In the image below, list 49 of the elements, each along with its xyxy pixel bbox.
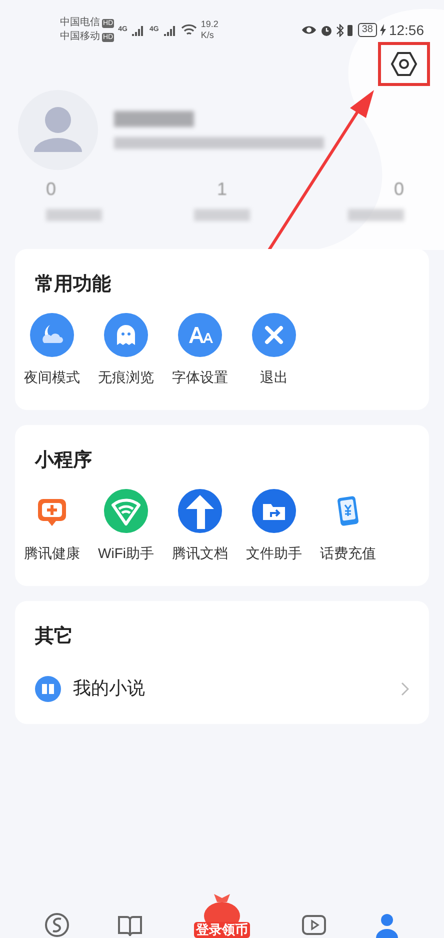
- book-icon[interactable]: [116, 914, 143, 938]
- arrow-up-icon: [178, 489, 222, 533]
- settings-icon: [390, 51, 418, 77]
- shortcut-item[interactable]: 话费充值: [311, 489, 385, 564]
- redacted-stat-label: [46, 209, 102, 221]
- section-title: 小程序: [35, 449, 93, 473]
- font-size-icon: [178, 313, 222, 357]
- clock: 12:56: [388, 20, 424, 40]
- shortcut-item[interactable]: 腾讯文档: [163, 489, 237, 564]
- stat-count: 1: [216, 178, 227, 201]
- signal-icon: [131, 24, 146, 36]
- shortcut-item[interactable]: 腾讯健康: [15, 489, 89, 564]
- carrier-name: 中国电信: [60, 16, 100, 30]
- bluetooth-icon: [336, 24, 344, 36]
- user-icon[interactable]: [374, 912, 400, 938]
- signal-icon: [162, 24, 177, 36]
- shortcut-item[interactable]: WiFi助手: [89, 489, 163, 564]
- chevron-right-icon: [401, 682, 409, 696]
- section-title: 其它: [35, 625, 74, 649]
- shortcut-item[interactable]: 无痕浏览: [89, 313, 163, 388]
- network-speed: 19.2: [200, 19, 218, 30]
- charging-icon: [380, 24, 386, 36]
- redacted-stat-label: [194, 209, 250, 221]
- eye-icon: [300, 24, 317, 36]
- redacted-stat-label: [348, 209, 404, 221]
- wifi-icon: [180, 24, 197, 36]
- shortcut-item[interactable]: 夜间模式: [15, 313, 89, 388]
- folder-icon: [252, 489, 296, 533]
- swirl-logo-icon[interactable]: [44, 912, 70, 938]
- book-icon: [35, 676, 61, 702]
- list-row[interactable]: 我的小说: [35, 675, 409, 702]
- shortcut-item[interactable]: 退出: [237, 313, 311, 388]
- settings-button[interactable]: [378, 42, 430, 86]
- cloud-moon-icon: [30, 313, 74, 357]
- login-reward-button[interactable]: 登录领币: [190, 890, 254, 938]
- shortcut-item[interactable]: 文件助手: [237, 489, 311, 564]
- close-icon: [252, 313, 296, 357]
- wifi-shield-icon: [104, 489, 148, 533]
- speed-unit: K/s: [200, 30, 215, 41]
- carrier-name: 中国移动: [60, 30, 100, 44]
- ghost-icon: [104, 313, 148, 357]
- battery-level: 38: [358, 23, 377, 37]
- alarm-icon: [320, 24, 333, 36]
- stat-count: 0: [394, 178, 404, 201]
- play-icon[interactable]: [301, 914, 328, 938]
- section-title: 常用功能: [35, 273, 112, 297]
- shortcut-item[interactable]: 字体设置: [163, 313, 237, 388]
- stat-count: 0: [46, 178, 56, 201]
- vibrate-icon: [346, 24, 353, 36]
